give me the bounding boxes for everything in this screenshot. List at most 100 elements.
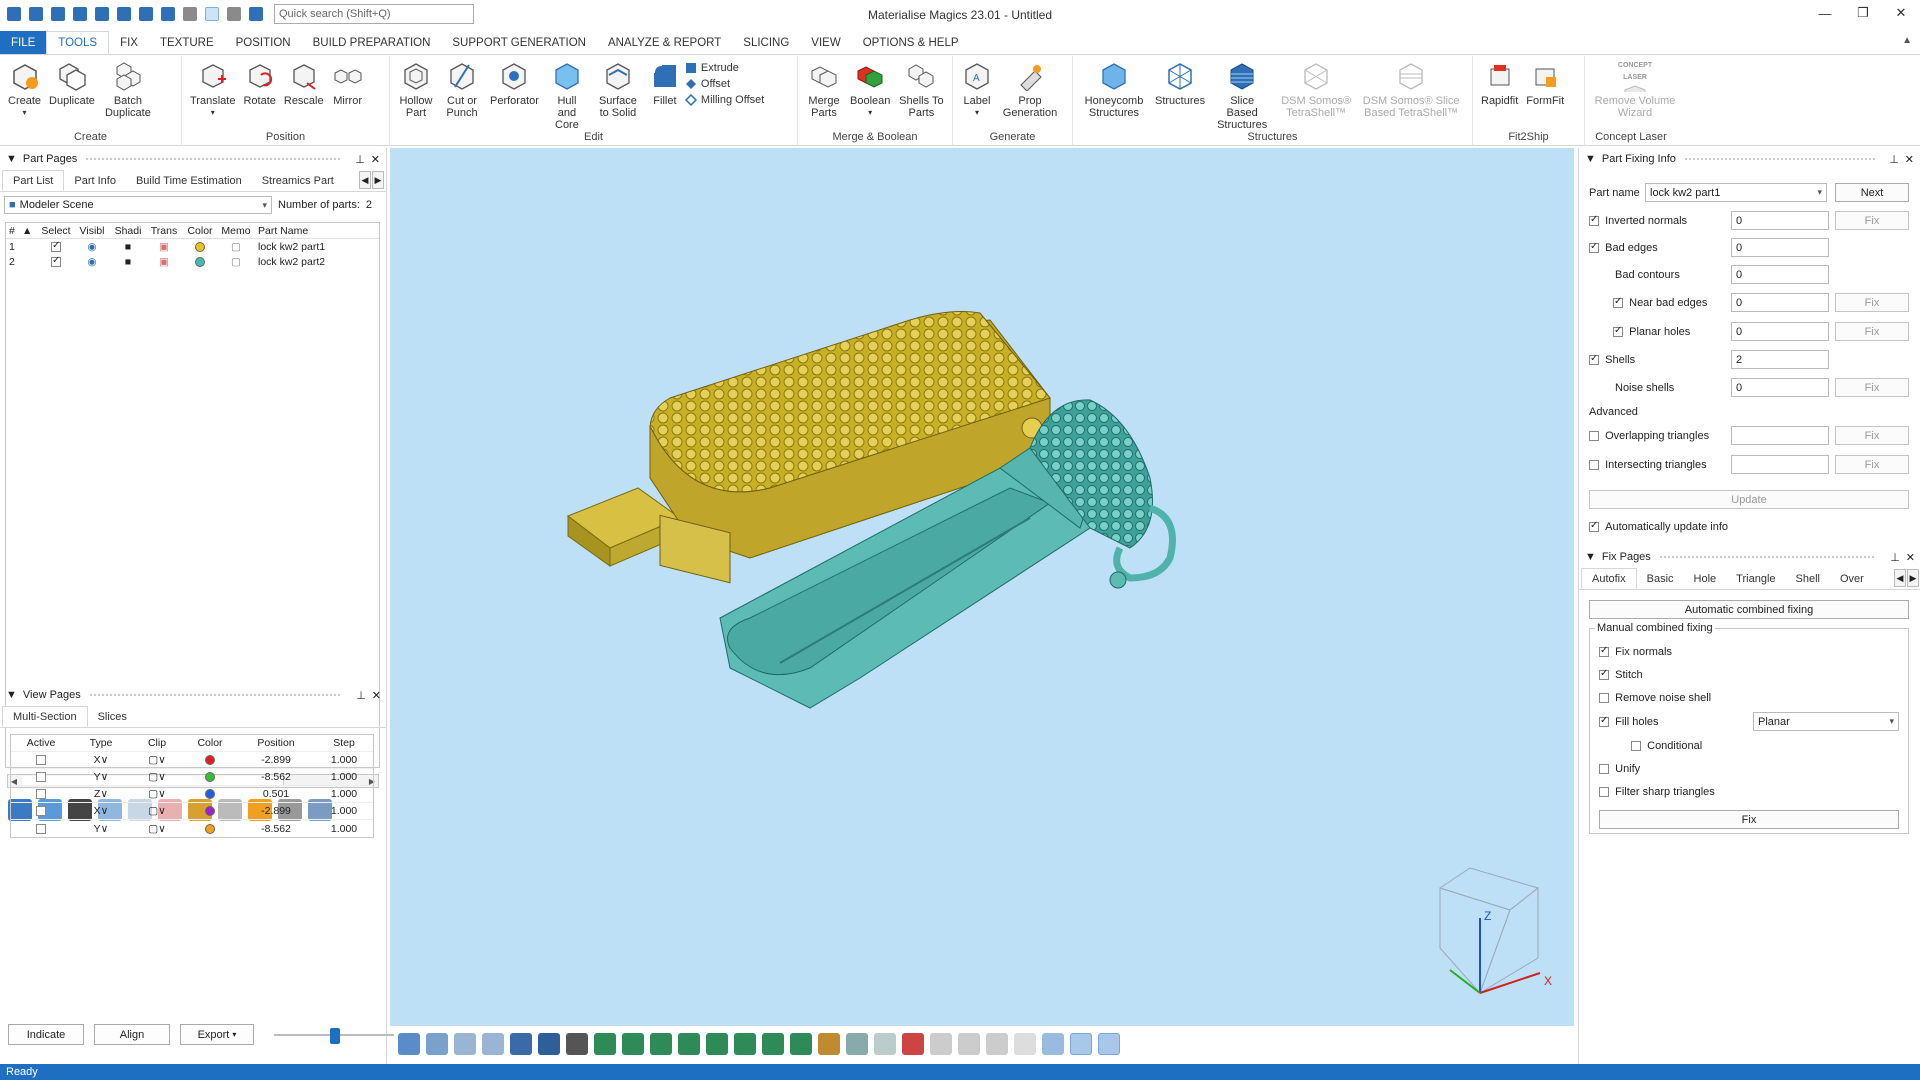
unmark-icon[interactable] [874,1033,896,1055]
select-lasso-icon[interactable] [734,1033,756,1055]
tab-autofix[interactable]: Autofix [1581,568,1637,589]
type-select[interactable]: Y∨ [71,771,131,783]
intersecting-triangles-checkbox[interactable] [1589,460,1599,470]
tab-triangle[interactable]: Triangle [1726,568,1785,589]
triangle-mode-icon[interactable] [1070,1033,1092,1055]
unify-checkbox[interactable] [1599,764,1609,774]
save-as-icon[interactable] [92,4,112,24]
unhide-icon[interactable] [958,1033,980,1055]
select-curve-icon[interactable] [762,1033,784,1055]
triangle-outline-icon[interactable] [1014,1033,1036,1055]
3d-viewport[interactable]: Z X [390,148,1574,1026]
active-checkbox[interactable] [36,789,46,800]
color-swatch[interactable] [195,256,205,267]
tab-support-generation[interactable]: SUPPORT GENERATION [441,31,597,54]
pin-icon[interactable]: ⊥ [1890,551,1900,564]
collapse-icon[interactable]: ▼ [6,153,17,165]
near-bad-edges-checkbox[interactable] [1613,296,1623,308]
tab-slicing[interactable]: SLICING [732,31,800,54]
slider-knob[interactable] [330,1027,340,1044]
delete-marked-icon[interactable] [902,1033,924,1055]
shading-icon[interactable]: ■ [110,241,146,253]
color-swatch[interactable] [195,241,205,252]
fix-near-bad-edges-button[interactable]: Fix [1835,293,1909,312]
select-checkbox[interactable] [51,241,61,252]
select-window-icon[interactable] [706,1033,728,1055]
scene-canvas[interactable]: Z X [390,148,1574,1026]
table-row[interactable]: 1 ◉ ■ ▣ ▢ lock kw2 part1 [6,239,379,254]
panel-grip[interactable] [88,692,343,698]
collapse-icon[interactable]: ▼ [6,689,17,701]
fix-intersecting-button[interactable]: Fix [1835,455,1909,474]
stitch-checkbox[interactable] [1599,668,1609,680]
tabs-right-arrow[interactable]: ▶ [1907,569,1919,587]
clip-select[interactable]: ▢∨ [131,788,183,800]
tabs-left-arrow[interactable]: ◀ [359,171,371,189]
fix-overlapping-button[interactable]: Fix [1835,426,1909,445]
select-triangles-icon[interactable] [594,1033,616,1055]
new-icon[interactable] [26,4,46,24]
panel-grip[interactable] [85,156,342,162]
mark-icon[interactable] [846,1033,868,1055]
color-swatch[interactable] [205,772,215,783]
section-slider[interactable] [274,1025,394,1045]
table-row[interactable]: X∨ ▢∨ -2.899 1.000 [11,803,373,820]
view-direction-icon[interactable] [510,1033,532,1055]
tab-build-preparation[interactable]: BUILD PREPARATION [302,31,442,54]
tabs-right-arrow[interactable]: ▶ [372,171,384,189]
fix-button[interactable]: Fix [1599,810,1899,829]
tab-streamics-part[interactable]: Streamics Part [252,170,344,191]
planar-holes-checkbox[interactable] [1613,325,1623,337]
open-icon[interactable] [48,4,68,24]
tab-part-info[interactable]: Part Info [64,170,126,191]
close-panel-icon[interactable]: ✕ [371,153,380,166]
triangle-color-icon[interactable] [1042,1033,1064,1055]
next-button[interactable]: Next [1835,183,1909,202]
tab-file[interactable]: FILE [0,31,47,54]
tab-basic[interactable]: Basic [1637,568,1684,589]
close-panel-icon[interactable]: ✕ [372,689,381,702]
save-icon[interactable] [70,4,90,24]
tab-texture[interactable]: TEXTURE [149,31,225,54]
zoom-selected-icon[interactable] [482,1033,504,1055]
extrude-button[interactable]: Extrude [685,62,764,74]
fill-holes-checkbox[interactable] [1599,715,1609,727]
perspective-icon[interactable] [538,1033,560,1055]
type-select[interactable]: Y∨ [71,823,131,835]
panel-grip[interactable] [1683,156,1876,162]
inverted-normals-checkbox[interactable] [1589,214,1599,226]
visible-icon[interactable]: ◉ [74,241,110,253]
collapse-icon[interactable]: ▼ [1585,551,1596,563]
color-swatch[interactable] [205,755,215,766]
tab-build-time-estimation[interactable]: Build Time Estimation [126,170,252,191]
active-checkbox[interactable] [36,772,46,783]
settings-icon[interactable] [246,4,266,24]
tab-multi-section[interactable]: Multi-Section [2,706,88,727]
transparency-icon[interactable]: ▣ [146,256,182,268]
tabs-left-arrow[interactable]: ◀ [1894,569,1906,587]
close-button[interactable]: ✕ [1882,0,1920,26]
visible-icon[interactable]: ◉ [74,256,110,268]
tab-options-help[interactable]: OPTIONS & HELP [852,31,970,54]
zoom-all-icon[interactable] [454,1033,476,1055]
export-icon[interactable] [136,4,156,24]
active-checkbox[interactable] [36,823,46,834]
clip-select[interactable]: ▢∨ [131,771,183,783]
tab-view[interactable]: VIEW [800,31,851,54]
overlapping-triangles-checkbox[interactable] [1589,431,1599,441]
table-row[interactable]: X∨ ▢∨ -2.899 1.000 [11,752,373,769]
part-select-icon[interactable] [818,1033,840,1055]
tab-shell[interactable]: Shell [1786,568,1830,589]
color-swatch[interactable] [205,823,215,834]
maximize-button[interactable]: ❐ [1844,0,1882,26]
deselect-icon[interactable] [224,4,244,24]
clip-select[interactable]: ▢∨ [131,754,183,766]
shells-checkbox[interactable] [1589,353,1599,365]
conditional-checkbox[interactable] [1631,741,1641,751]
color-swatch[interactable] [205,789,215,800]
fix-planar-holes-button[interactable]: Fix [1835,322,1909,341]
clip-select[interactable]: ▢∨ [131,805,183,817]
tab-part-list[interactable]: Part List [2,170,65,191]
indicate-button[interactable]: Indicate [8,1024,84,1045]
shading-mode-icon[interactable] [566,1033,588,1055]
